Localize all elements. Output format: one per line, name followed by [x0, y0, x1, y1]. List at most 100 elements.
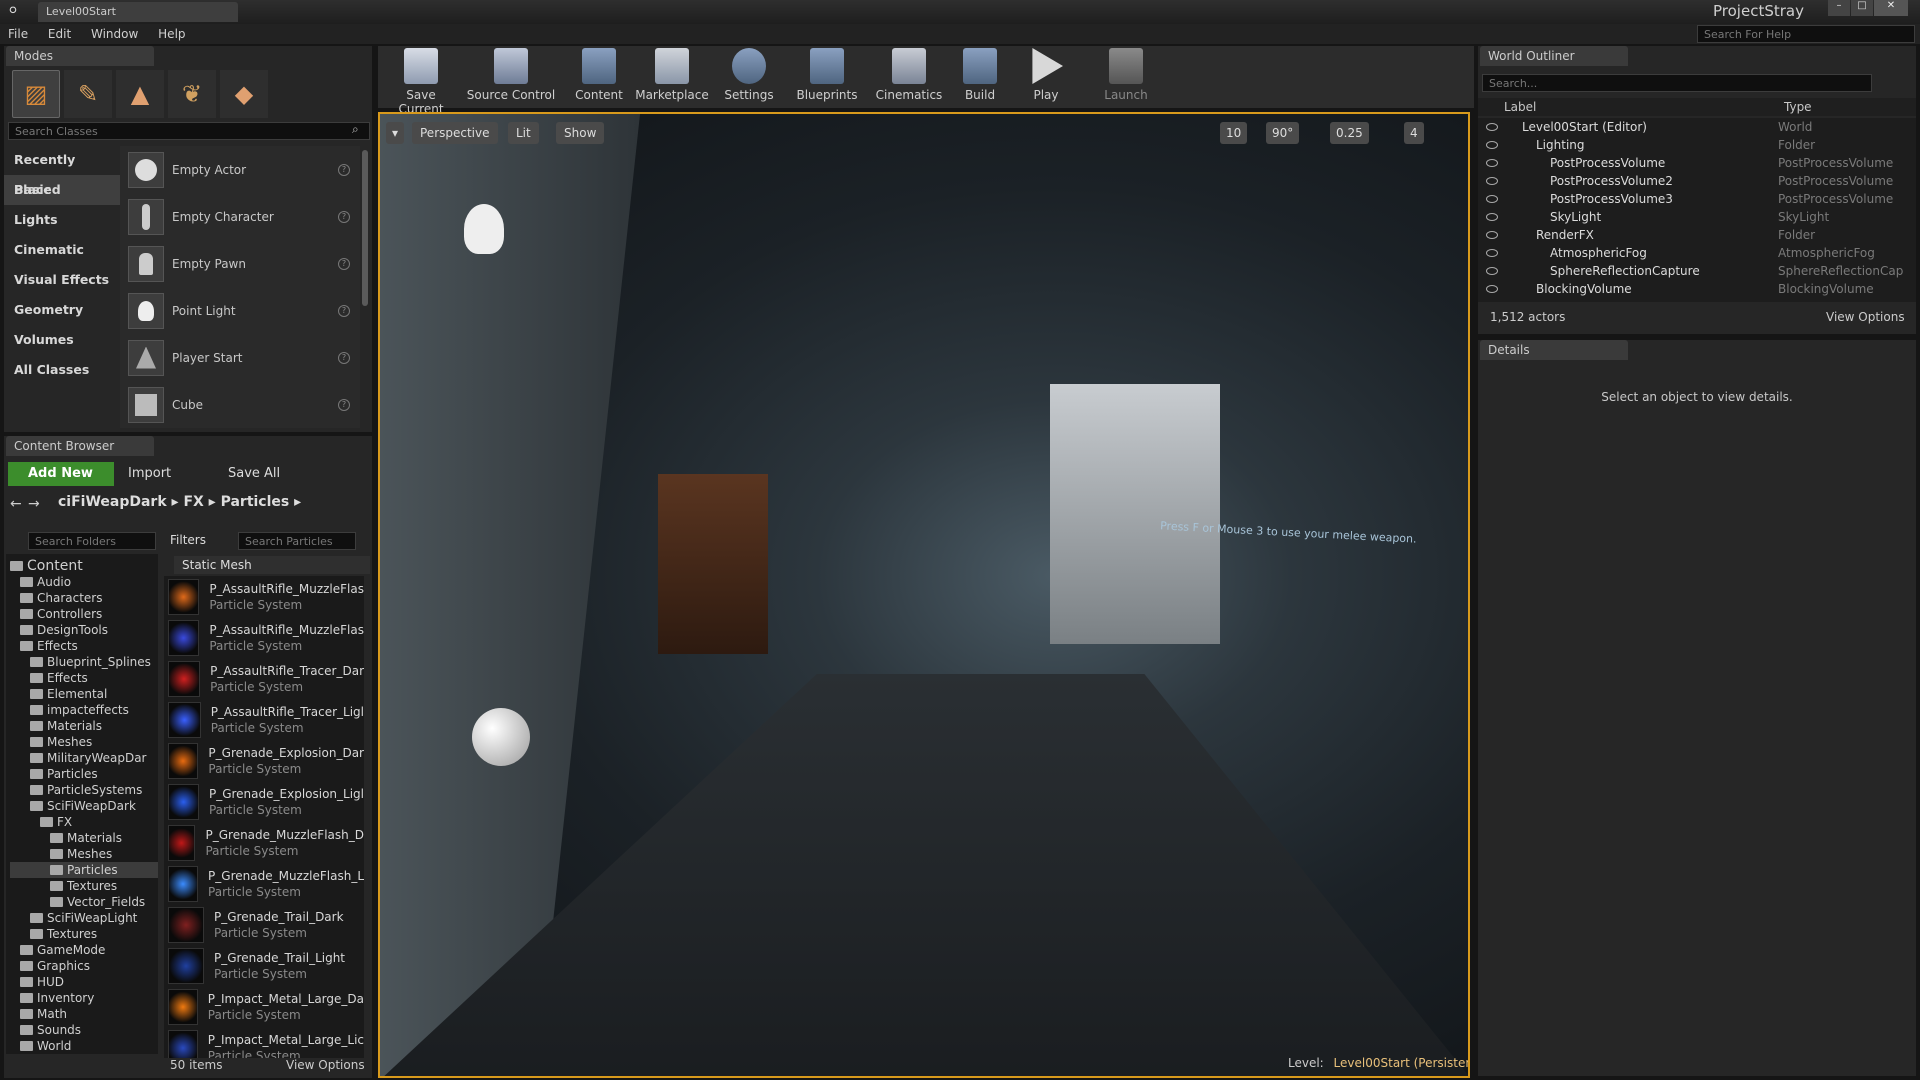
folder-tree-item[interactable]: Materials: [10, 830, 158, 846]
folder-tree-item[interactable]: HUD: [10, 974, 158, 990]
folder-tree-item[interactable]: MilitaryWeapDar: [10, 750, 158, 766]
static-mesh-filter-chip[interactable]: Static Mesh: [174, 556, 370, 574]
asset-item[interactable]: P_Grenade_Trail_Dark Particle System: [164, 904, 364, 945]
class-item[interactable]: Empty Pawn?: [120, 240, 360, 287]
menu-window[interactable]: Window: [83, 24, 146, 44]
folder-tree-item[interactable]: Blueprint_Splines: [10, 654, 158, 670]
scale-snap-value[interactable]: 0.25: [1330, 122, 1369, 144]
sphere-actor[interactable]: [472, 708, 530, 766]
folder-tree-item[interactable]: Textures: [10, 878, 158, 894]
help-icon[interactable]: ?: [338, 304, 350, 317]
visibility-eye-icon[interactable]: [1486, 123, 1498, 131]
asset-item[interactable]: P_Grenade_Explosion_Dar Particle System: [164, 740, 364, 781]
level-viewport[interactable]: Press F or Mouse 3 to use your melee wea…: [378, 112, 1470, 1078]
folder-tree-item[interactable]: Content: [10, 558, 158, 574]
folder-tree-item[interactable]: ParticleSystems: [10, 782, 158, 798]
asset-item[interactable]: P_AssaultRifle_Tracer_Dar Particle System: [164, 658, 364, 699]
outliner-row[interactable]: Lighting Folder: [1478, 136, 1916, 154]
folder-tree-item[interactable]: Effects: [10, 670, 158, 686]
outliner-row[interactable]: RenderFX Folder: [1478, 226, 1916, 244]
breadcrumb-segment[interactable]: ciFiWeapDark: [58, 494, 167, 510]
folder-tree-item[interactable]: DesignTools: [10, 622, 158, 638]
search-folders-input[interactable]: Search Folders: [28, 532, 156, 550]
class-item[interactable]: Empty Character?: [120, 193, 360, 240]
outliner-row[interactable]: SphereReflectionCapture SphereReflectionC…: [1478, 262, 1916, 280]
perspective-button[interactable]: Perspective: [412, 122, 498, 144]
folder-tree-item[interactable]: Effects: [10, 638, 158, 654]
asset-item[interactable]: P_Impact_Metal_Large_Lic Particle System: [164, 1027, 364, 1058]
category-lights[interactable]: Lights: [4, 205, 120, 235]
outliner-row[interactable]: Level00Start (Editor) World: [1478, 118, 1916, 136]
outliner-row[interactable]: PostProcessVolume PostProcessVolume: [1478, 154, 1916, 172]
import-button[interactable]: Import: [128, 466, 171, 481]
visibility-eye-icon[interactable]: [1486, 141, 1498, 149]
folder-tree-item[interactable]: Vector_Fields: [10, 894, 158, 910]
viewport-options-button[interactable]: ▾: [386, 122, 404, 144]
save-current-button[interactable]: Save Current: [384, 48, 458, 116]
category-visual-effects[interactable]: Visual Effects: [4, 265, 120, 295]
outliner-row[interactable]: BlockingVolume BlockingVolume: [1478, 280, 1916, 298]
minimize-button[interactable]: –: [1828, 0, 1850, 16]
visibility-eye-icon[interactable]: [1486, 159, 1498, 167]
light-bulb-icon[interactable]: [464, 204, 504, 254]
folder-tree-item[interactable]: Elemental: [10, 686, 158, 702]
outliner-row[interactable]: PostProcessVolume2 PostProcessVolume: [1478, 172, 1916, 190]
help-icon[interactable]: ?: [338, 398, 350, 411]
folder-tree-item[interactable]: World: [10, 1038, 158, 1054]
folder-tree-item[interactable]: GameMode: [10, 942, 158, 958]
class-item[interactable]: Point Light?: [120, 287, 360, 334]
folder-tree-item[interactable]: Meshes: [10, 734, 158, 750]
close-button[interactable]: ✕: [1874, 0, 1908, 16]
marketplace-button[interactable]: Marketplace: [630, 48, 714, 102]
add-new-button[interactable]: Add New: [8, 462, 114, 486]
content-button[interactable]: Content: [568, 48, 630, 102]
paint-mode-icon[interactable]: ✎: [64, 70, 112, 118]
folder-tree-item[interactable]: SciFiWeapDark: [10, 798, 158, 814]
outliner-row[interactable]: PostProcessVolume3 PostProcessVolume: [1478, 190, 1916, 208]
folder-tree-item[interactable]: Particles: [10, 766, 158, 782]
folder-tree-item[interactable]: Sounds: [10, 1022, 158, 1038]
details-tab[interactable]: Details: [1480, 340, 1628, 360]
menu-help[interactable]: Help: [150, 24, 193, 44]
camera-speed-value[interactable]: 4: [1404, 122, 1424, 144]
asset-item[interactable]: P_AssaultRifle_Tracer_Ligl Particle Syste…: [164, 699, 364, 740]
menu-edit[interactable]: Edit: [40, 24, 79, 44]
show-button[interactable]: Show: [556, 122, 605, 144]
build-button[interactable]: Build: [948, 48, 1012, 102]
class-list-scrollbar[interactable]: [362, 150, 368, 306]
asset-item[interactable]: P_AssaultRifle_MuzzleFlas Particle System: [164, 576, 364, 617]
folder-tree-item[interactable]: Controllers: [10, 606, 158, 622]
class-item[interactable]: Player Start?: [120, 334, 360, 381]
visibility-eye-icon[interactable]: [1486, 213, 1498, 221]
maximize-button[interactable]: □: [1851, 0, 1873, 16]
source-control-button[interactable]: Source Control: [466, 48, 556, 102]
folder-tree-item[interactable]: Graphics: [10, 958, 158, 974]
search-particles-input[interactable]: Search Particles: [238, 532, 356, 550]
category-recently-placed[interactable]: Recently Placed: [4, 145, 120, 197]
landscape-mode-icon[interactable]: ▲: [116, 70, 164, 118]
asset-item[interactable]: P_Grenade_Trail_Light Particle System: [164, 945, 364, 986]
place-mode-icon[interactable]: ▨: [12, 70, 60, 118]
outliner-row[interactable]: AtmosphericFog AtmosphericFog: [1478, 244, 1916, 262]
filters-button[interactable]: Filters: [170, 533, 206, 547]
content-browser-tab[interactable]: Content Browser: [6, 436, 154, 456]
category-volumes[interactable]: Volumes: [4, 325, 120, 355]
play-button[interactable]: Play: [1014, 48, 1078, 102]
folder-tree-item[interactable]: Particles: [10, 862, 158, 878]
class-item[interactable]: Cube?: [120, 381, 360, 428]
visibility-eye-icon[interactable]: [1486, 285, 1498, 293]
help-search-input[interactable]: Search For Help: [1697, 25, 1915, 43]
outliner-view-options-button[interactable]: View Options: [1826, 310, 1905, 324]
category-geometry[interactable]: Geometry: [4, 295, 120, 325]
category-basic[interactable]: Basic: [4, 175, 120, 205]
asset-item[interactable]: P_Grenade_MuzzleFlash_D Particle System: [164, 822, 364, 863]
world-outliner-tab[interactable]: World Outliner: [1480, 46, 1628, 66]
geometry-mode-icon[interactable]: ◆: [220, 70, 268, 118]
asset-item[interactable]: P_AssaultRifle_MuzzleFlas Particle System: [164, 617, 364, 658]
folder-tree-item[interactable]: Textures: [10, 926, 158, 942]
help-icon[interactable]: ?: [338, 210, 350, 223]
forward-arrow-icon[interactable]: →: [28, 496, 40, 512]
rotation-snap-value[interactable]: 90°: [1266, 122, 1300, 144]
lit-button[interactable]: Lit: [508, 122, 539, 144]
modes-tab[interactable]: Modes: [6, 46, 154, 66]
